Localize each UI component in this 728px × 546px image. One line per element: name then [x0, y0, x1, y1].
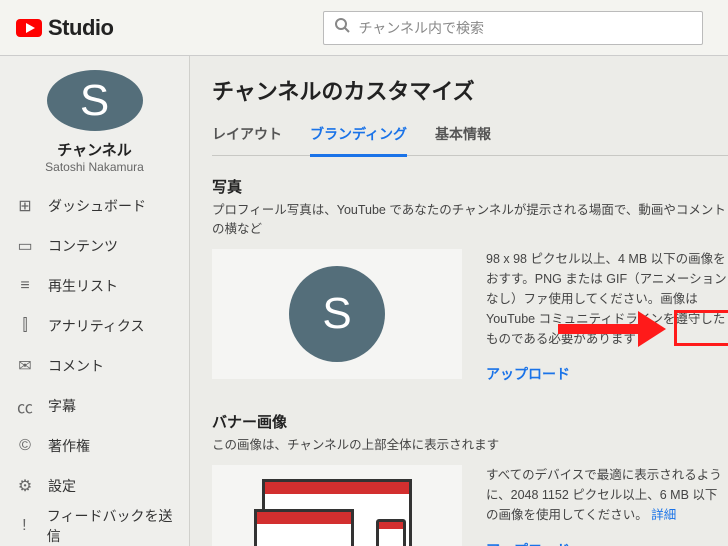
banner-info: すべてのデバイスで最適に表示されるように、2048 1152 ピクセル以上、6 …: [486, 465, 728, 546]
banner-info-text: すべてのデバイスで最適に表示されるように、2048 1152 ピクセル以上、6 …: [486, 468, 722, 522]
sidebar-item-dashboard[interactable]: ⊞ ダッシュボード: [0, 186, 189, 226]
banner-upload-button[interactable]: アップロード: [486, 539, 570, 546]
tabs: レイアウト ブランディング 基本情報: [212, 118, 728, 156]
sidebar-item-label: 再生リスト: [48, 276, 118, 296]
gear-icon: ⚙: [16, 476, 34, 496]
analytics-icon: ⫿: [16, 317, 34, 335]
sidebar-item-label: コンテンツ: [48, 236, 118, 256]
sidebar-item-label: ダッシュボード: [48, 196, 146, 216]
studio-logo[interactable]: Studio: [16, 15, 113, 41]
comments-icon: ✉: [16, 356, 34, 376]
upload-button[interactable]: アップロード: [486, 363, 570, 385]
header: Studio チャンネル内で検索: [0, 0, 728, 56]
tab-basic-info[interactable]: 基本情報: [435, 118, 491, 155]
sidebar-item-comments[interactable]: ✉ コメント: [0, 346, 189, 386]
banner-preview: [212, 465, 462, 546]
dashboard-icon: ⊞: [16, 196, 34, 216]
photo-section-desc: プロフィール写真は、YouTube であなたのチャンネルが提示される場面で、動画…: [212, 201, 728, 239]
photo-section-title: 写真: [212, 176, 728, 197]
banner-section-desc: この画像は、チャンネルの上部全体に表示されます: [212, 436, 728, 455]
copyright-icon: ©: [16, 437, 34, 455]
page-title: チャンネルのカスタマイズ: [212, 74, 728, 106]
sidebar-item-settings[interactable]: ⚙ 設定: [0, 466, 189, 506]
sidebar-item-content[interactable]: ▭ コンテンツ: [0, 226, 189, 266]
sidebar-item-label: フィードバックを送信: [47, 506, 177, 546]
tab-branding[interactable]: ブランディング: [310, 118, 407, 157]
channel-name: Satoshi Nakamura: [0, 160, 189, 174]
device-phone-icon: [376, 519, 406, 546]
playlist-icon: ≡: [16, 277, 34, 295]
tab-layout[interactable]: レイアウト: [212, 118, 282, 155]
photo-info: 98 x 98 ピクセル以上、4 MB 以下の画像をおすす。PNG または GI…: [486, 249, 728, 385]
banner-more-link[interactable]: 詳細: [651, 508, 676, 522]
sidebar-item-label: 字幕: [48, 396, 76, 416]
sidebar-item-copyright[interactable]: © 著作権: [0, 426, 189, 466]
logo-text: Studio: [48, 15, 113, 41]
photo-avatar: S: [289, 266, 385, 362]
sidebar-item-feedback[interactable]: ! フィードバックを送信: [0, 506, 189, 546]
sidebar: S チャンネル Satoshi Nakamura ⊞ ダッシュボード ▭ コンテンツ…: [0, 56, 190, 546]
sidebar-item-playlists[interactable]: ≡ 再生リスト: [0, 266, 189, 306]
content-icon: ▭: [16, 236, 34, 256]
search-input[interactable]: チャンネル内で検索: [323, 11, 703, 45]
sidebar-item-label: コメント: [48, 356, 104, 376]
sidebar-item-label: アナリティクス: [48, 316, 144, 336]
sidebar-item-label: 著作権: [48, 436, 90, 456]
subtitles-icon: ㏄: [16, 394, 34, 418]
sidebar-nav: ⊞ ダッシュボード ▭ コンテンツ ≡ 再生リスト ⫿ アナリティクス ✉ コメント ㏄字…: [0, 186, 189, 546]
search-icon: [334, 17, 350, 38]
photo-preview: S: [212, 249, 462, 379]
youtube-icon: [16, 19, 42, 37]
sidebar-item-subtitles[interactable]: ㏄字幕: [0, 386, 189, 426]
main-content: チャンネルのカスタマイズ レイアウト ブランディング 基本情報 写真 プロフィー…: [190, 56, 728, 546]
banner-section-title: バナー画像: [212, 411, 728, 432]
photo-info-text: 98 x 98 ピクセル以上、4 MB 以下の画像をおすす。PNG または GI…: [486, 252, 727, 346]
feedback-icon: !: [16, 517, 33, 535]
device-laptop-icon: [254, 509, 354, 546]
search-placeholder: チャンネル内で検索: [358, 18, 484, 38]
channel-avatar[interactable]: S: [47, 70, 143, 131]
channel-label: チャンネル: [0, 139, 189, 160]
sidebar-item-analytics[interactable]: ⫿ アナリティクス: [0, 306, 189, 346]
sidebar-item-label: 設定: [48, 476, 76, 496]
